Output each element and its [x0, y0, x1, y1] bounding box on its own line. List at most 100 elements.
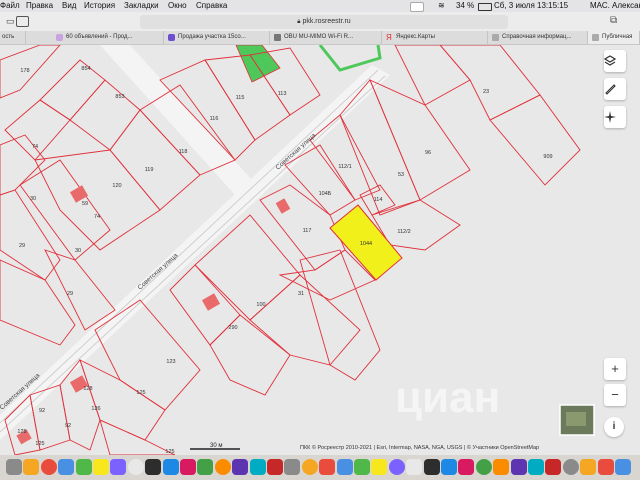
- dock-app-icon[interactable]: [110, 459, 127, 475]
- dock-app-icon[interactable]: [371, 459, 388, 475]
- dock-app-icon[interactable]: [127, 459, 144, 475]
- dock-app-icon[interactable]: [336, 459, 353, 475]
- parcel-label: 29: [67, 291, 73, 297]
- watermark: циан: [395, 373, 500, 422]
- tab-favicon-icon: [168, 34, 175, 41]
- tab-label: Яндекс.Карты: [396, 34, 435, 40]
- window-icon[interactable]: [16, 16, 29, 27]
- zoom-in-button[interactable]: +: [604, 358, 626, 380]
- parcel-label: 112/2: [397, 229, 410, 235]
- dock-app-icon[interactable]: [145, 459, 162, 475]
- dock-app-icon[interactable]: [597, 459, 614, 475]
- flag-icon[interactable]: [410, 2, 424, 12]
- dock-app-icon[interactable]: [580, 459, 597, 475]
- dock-app-icon[interactable]: [6, 459, 22, 475]
- dock-app-icon[interactable]: [232, 459, 249, 475]
- dock-app-icon[interactable]: [510, 459, 527, 475]
- parcel-label: 128: [83, 386, 92, 392]
- parcel-label: 1044: [360, 241, 372, 247]
- menu-help[interactable]: Справка: [196, 0, 227, 12]
- yandex-icon: Я: [386, 33, 392, 42]
- zoom-out-button[interactable]: −: [604, 384, 626, 406]
- parcel-label: 74: [94, 214, 100, 220]
- parcel-label: 854: [81, 66, 90, 72]
- parcel-label: 100: [256, 302, 265, 308]
- dock-app-icon[interactable]: [301, 459, 318, 475]
- menu-edit[interactable]: Правка: [26, 0, 53, 12]
- parcel-label: 126: [91, 406, 100, 412]
- dock-app-icon[interactable]: [615, 459, 631, 475]
- parcel-label: 853: [115, 94, 124, 100]
- dock-app-icon[interactable]: [197, 459, 214, 475]
- sidebar-toggle-icon[interactable]: ▭: [6, 16, 15, 27]
- dock-app-icon[interactable]: [354, 459, 370, 475]
- parcel-label: 113: [278, 91, 287, 97]
- dock-app-icon[interactable]: [23, 459, 40, 475]
- scale-label: 30 м: [210, 443, 222, 449]
- map-canvas[interactable]: циан 178 854 853 115 113 116 118 119 120…: [0, 45, 640, 455]
- dock-app-icon[interactable]: [267, 459, 283, 475]
- dock-app-icon[interactable]: [249, 459, 266, 475]
- menu-history[interactable]: История: [84, 0, 115, 12]
- dock-app-icon[interactable]: [528, 459, 544, 475]
- dock-app-icon[interactable]: [93, 459, 109, 475]
- dock-app-icon[interactable]: [284, 459, 301, 475]
- parcel-label: 104Б: [319, 191, 332, 197]
- dock-app-icon[interactable]: [180, 459, 196, 475]
- parcel-label: 115: [236, 95, 245, 101]
- parcel-label: 290: [228, 325, 237, 331]
- tab-1[interactable]: 60 объявлений - Прод...: [52, 31, 164, 44]
- dock-app-icon[interactable]: [40, 459, 57, 475]
- parcel-label: 74: [32, 144, 38, 150]
- clock[interactable]: Сб, 3 июля 13:15:15: [494, 0, 568, 12]
- tab-5[interactable]: Справочная информац...: [488, 31, 588, 44]
- tab-label: ость: [2, 34, 15, 40]
- dock-app-icon[interactable]: [406, 459, 423, 475]
- dock-app-icon[interactable]: [458, 459, 475, 475]
- wifi-icon[interactable]: ≋: [438, 0, 445, 12]
- dock-app-icon[interactable]: [545, 459, 562, 475]
- menu-file[interactable]: Файл: [0, 0, 20, 12]
- info-button[interactable]: i: [604, 417, 624, 437]
- user-name[interactable]: МАС. Александр: [590, 0, 640, 12]
- dock-app-icon[interactable]: [475, 459, 492, 475]
- macos-dock: [0, 455, 640, 480]
- tabs-overview-icon[interactable]: ⧉: [610, 15, 617, 26]
- menu-view[interactable]: Вид: [62, 0, 76, 12]
- parcel-label: 92: [39, 408, 45, 414]
- tab-2[interactable]: Продажа участка 15со...: [164, 31, 270, 44]
- tab-3[interactable]: OBU MU-MIMO Wi-Fi R...: [270, 31, 382, 44]
- dock-app-icon[interactable]: [319, 459, 336, 475]
- locate-button[interactable]: [604, 106, 626, 128]
- dock-app-icon[interactable]: [493, 459, 510, 475]
- tab-label: 60 объявлений - Прод...: [66, 34, 133, 40]
- parcel-label: 112/1: [338, 164, 351, 170]
- tab-favicon-icon: [592, 34, 599, 41]
- dock-app-icon[interactable]: [388, 459, 405, 475]
- parcel-label: 178: [20, 68, 29, 74]
- dock-app-icon[interactable]: [75, 459, 92, 475]
- dock-app-icon[interactable]: [214, 459, 231, 475]
- menu-window[interactable]: Окно: [168, 0, 187, 12]
- dock-app-icon[interactable]: [441, 459, 457, 475]
- parcel-label: 909: [543, 154, 552, 160]
- dock-app-icon[interactable]: [423, 459, 440, 475]
- tab-favicon-icon: [492, 34, 499, 41]
- parcel-label: 118: [179, 149, 188, 155]
- dock-app-icon[interactable]: [562, 459, 579, 475]
- dock-app-icon[interactable]: [162, 459, 179, 475]
- parcel-label: 114: [374, 197, 383, 203]
- dock-app-icon[interactable]: [58, 459, 75, 475]
- battery-percent[interactable]: 34 %: [456, 0, 474, 12]
- ruler-button[interactable]: [604, 78, 626, 100]
- tab-0[interactable]: ость: [0, 31, 26, 44]
- tab-6-active[interactable]: Публичная: [588, 31, 640, 44]
- parcel-label: 125: [136, 390, 145, 396]
- layers-button[interactable]: [604, 50, 626, 72]
- parcel-label: 120: [112, 183, 121, 189]
- minimap-terrain: [566, 412, 586, 426]
- cadastral-map[interactable]: циан 178 854 853 115 113 116 118 119 120…: [0, 45, 640, 455]
- address-bar[interactable]: 🔒︎ pkk.rosreestr.ru: [140, 15, 508, 29]
- tab-4[interactable]: Я Яндекс.Карты: [382, 31, 488, 44]
- menu-bookmarks[interactable]: Закладки: [124, 0, 159, 12]
